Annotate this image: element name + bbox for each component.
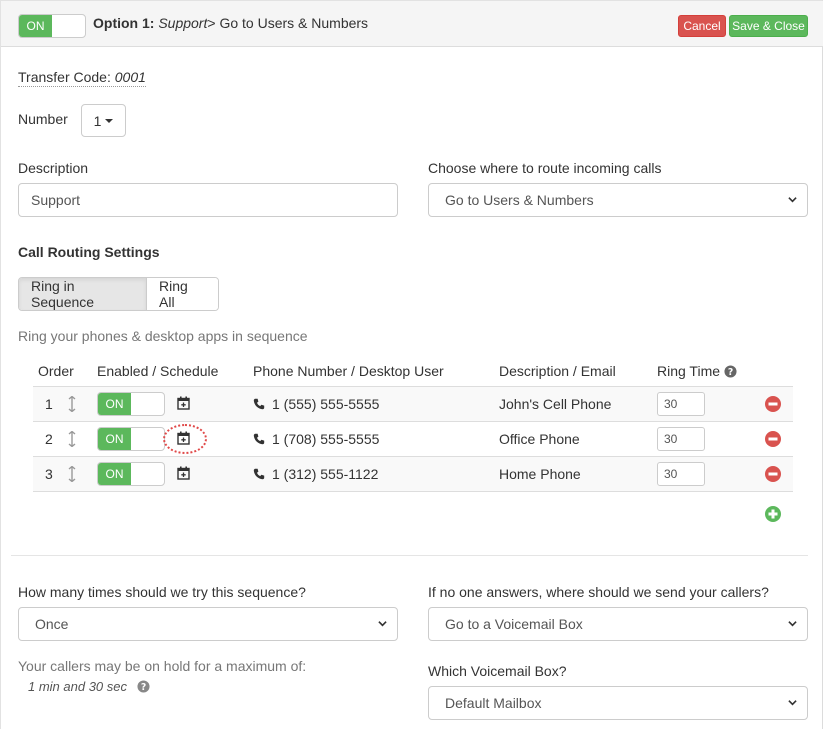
col-enabled-schedule: Enabled / Schedule xyxy=(97,363,219,379)
title-prefix: Option 1: xyxy=(93,15,155,31)
panel-header: ON Option 1: Support> Go to Users & Numb… xyxy=(1,1,823,47)
table-row: 1 ON 1 (555) 555-5555 John's Cell Phone … xyxy=(33,387,793,422)
ring-mode-toggle: Ring in Sequence Ring All xyxy=(18,277,219,311)
col-order: Order xyxy=(38,363,74,379)
cancel-button[interactable]: Cancel xyxy=(678,15,726,37)
row-phone-number: 1 (312) 555-1122 xyxy=(272,466,379,482)
voicemail-label: Which Voicemail Box? xyxy=(428,663,567,679)
row-order: 1 xyxy=(45,396,53,412)
no-answer-label: If no one answers, where should we send … xyxy=(428,584,769,600)
svg-text:?: ? xyxy=(728,367,733,378)
description-input[interactable]: Support xyxy=(18,183,398,217)
schedule-calendar-icon[interactable] xyxy=(177,466,190,480)
row-description: Office Phone xyxy=(499,431,580,447)
caret-down-icon xyxy=(105,118,114,123)
no-answer-select[interactable]: Go to a Voicemail Box xyxy=(428,607,808,641)
transfer-code-value: 0001 xyxy=(114,69,146,85)
toggle-on-label: ON xyxy=(19,15,52,37)
col-ring-time: Ring Time ? xyxy=(657,363,737,379)
toggle-on-label: ON xyxy=(98,428,131,450)
remove-row-icon[interactable] xyxy=(765,466,781,482)
col-phone-number: Phone Number / Desktop User xyxy=(253,363,444,379)
call-routing-title: Call Routing Settings xyxy=(18,244,160,260)
attempts-value: Once xyxy=(35,616,69,632)
breadcrumb-separator-icon: > xyxy=(207,15,216,31)
help-icon[interactable]: ? xyxy=(724,365,737,378)
description-value: Support xyxy=(31,192,81,208)
help-icon[interactable]: ? xyxy=(137,680,150,693)
routing-value: Go to Users & Numbers xyxy=(445,192,594,208)
chevron-down-icon xyxy=(788,700,797,706)
drag-handle-icon[interactable] xyxy=(68,466,76,482)
no-answer-value: Go to a Voicemail Box xyxy=(445,616,583,632)
phone-icon xyxy=(253,433,265,445)
row-phone-number: 1 (708) 555-5555 xyxy=(272,431,380,447)
col-description: Description / Email xyxy=(499,363,616,379)
drag-handle-icon[interactable] xyxy=(68,431,76,447)
ring-time-input[interactable]: 30 xyxy=(657,462,705,486)
transfer-code-label: Transfer Code: xyxy=(18,69,111,85)
row-enabled-toggle[interactable]: ON xyxy=(97,427,165,451)
attempts-label: How many times should we try this sequen… xyxy=(18,584,306,600)
section-divider xyxy=(11,555,808,556)
ring-in-sequence-button[interactable]: Ring in Sequence xyxy=(19,278,147,310)
annotation-highlight-circle xyxy=(163,424,207,454)
row-enabled-toggle[interactable]: ON xyxy=(97,462,165,486)
ring-all-button[interactable]: Ring All xyxy=(147,278,218,310)
ring-time-input[interactable]: 30 xyxy=(657,392,705,416)
chevron-down-icon xyxy=(788,197,797,203)
description-label: Description xyxy=(18,160,89,176)
row-description: Home Phone xyxy=(499,466,581,482)
number-value: 1 xyxy=(93,112,102,129)
ring-time-input[interactable]: 30 xyxy=(657,427,705,451)
title-destination: Go to Users & Numbers xyxy=(219,15,369,31)
number-label: Number xyxy=(18,111,68,127)
phone-icon xyxy=(253,398,265,410)
chevron-down-icon xyxy=(378,621,387,627)
number-dropdown[interactable]: 1 xyxy=(81,104,126,137)
panel-title: Option 1: Support> Go to Users & Numbers xyxy=(93,15,368,31)
phone-icon xyxy=(253,468,265,480)
toggle-on-label: ON xyxy=(98,463,131,485)
svg-text:?: ? xyxy=(140,682,145,693)
add-row-icon[interactable] xyxy=(765,506,781,522)
ring-mode-hint: Ring your phones & desktop apps in seque… xyxy=(18,328,308,344)
transfer-code[interactable]: Transfer Code: 0001 xyxy=(18,69,146,87)
table-header: Order Enabled / Schedule Phone Number / … xyxy=(33,355,793,387)
title-option-name: Support xyxy=(158,15,208,31)
ring-time-label: Ring Time xyxy=(657,363,721,379)
voicemail-value: Default Mailbox xyxy=(445,695,542,711)
remove-row-icon[interactable] xyxy=(765,431,781,447)
drag-handle-icon[interactable] xyxy=(68,396,76,412)
save-close-button[interactable]: Save & Close xyxy=(729,15,808,37)
row-phone-number: 1 (555) 555-5555 xyxy=(272,396,380,412)
routing-select[interactable]: Go to Users & Numbers xyxy=(428,183,808,217)
attempts-select[interactable]: Once xyxy=(18,607,398,641)
row-enabled-toggle[interactable]: ON xyxy=(97,392,165,416)
row-description: John's Cell Phone xyxy=(499,396,612,412)
row-order: 3 xyxy=(45,466,53,482)
hold-duration: 1 min and 30 sec ? xyxy=(28,679,150,694)
toggle-on-label: ON xyxy=(98,393,131,415)
routing-table: Order Enabled / Schedule Phone Number / … xyxy=(33,355,793,492)
option-enabled-toggle[interactable]: ON xyxy=(18,14,86,38)
remove-row-icon[interactable] xyxy=(765,396,781,412)
hold-label: Your callers may be on hold for a maximu… xyxy=(18,658,307,674)
hold-duration-value: 1 min and 30 sec xyxy=(28,679,128,694)
schedule-calendar-icon[interactable] xyxy=(177,396,190,410)
chevron-down-icon xyxy=(788,621,797,627)
row-order: 2 xyxy=(45,431,53,447)
routing-label: Choose where to route incoming calls xyxy=(428,160,662,176)
option-edit-panel: ON Option 1: Support> Go to Users & Numb… xyxy=(0,0,823,729)
table-row: 3 ON 1 (312) 555-1122 Home Phone 30 xyxy=(33,457,793,492)
voicemail-select[interactable]: Default Mailbox xyxy=(428,686,808,720)
table-row: 2 ON 1 (708) 555-5555 Office Phone 30 xyxy=(33,422,793,457)
